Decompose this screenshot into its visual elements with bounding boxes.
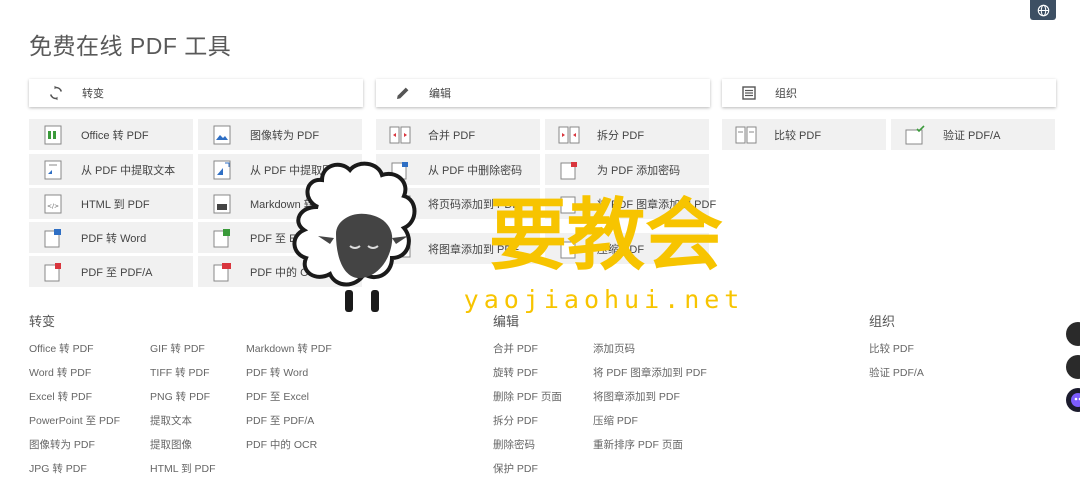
tool-remove-password[interactable]: 从 PDF 中删除密码 [376, 154, 540, 185]
footer-link[interactable]: PNG 转 PDF [150, 389, 210, 404]
svg-text:</>: </> [47, 203, 59, 210]
pdf-stamp-icon [560, 196, 576, 213]
tool-pdf-ocr[interactable]: PDF 中的 OCR [198, 256, 362, 287]
footer-link[interactable]: 重新排序 PDF 页面 [593, 437, 683, 452]
tool-html-to-pdf[interactable]: </> HTML 到 PDF [29, 188, 193, 219]
footer-edit-title: 编辑 [493, 314, 520, 329]
language-button[interactable] [1030, 0, 1056, 20]
footer-link[interactable]: JPG 转 PDF [29, 461, 87, 476]
assistant-button[interactable] [1066, 388, 1080, 412]
footer-link[interactable]: HTML 到 PDF [150, 461, 216, 476]
tool-extract-image[interactable]: 从 PDF 中提取图像 [198, 154, 362, 185]
merge-icon [389, 126, 411, 143]
globe-icon [1037, 4, 1049, 16]
list-icon [740, 84, 758, 102]
category-label: 组织 [775, 88, 797, 100]
footer-link[interactable]: 将 PDF 图章添加到 PDF [593, 365, 707, 380]
split-icon [558, 126, 580, 143]
category-organize-header[interactable]: 组织 [722, 79, 1056, 107]
html-doc-icon: </> [44, 194, 62, 213]
footer-link[interactable]: 拆分 PDF [493, 413, 538, 428]
footer-convert-title: 转变 [29, 314, 56, 329]
image-extract-icon [213, 160, 231, 179]
tool-compress-pdf[interactable]: 压缩 PDF [545, 233, 709, 264]
footer-organize-title: 组织 [869, 314, 896, 329]
tool-add-page-numbers[interactable]: 将页码添加到 PDF [376, 188, 540, 219]
category-label: 转变 [82, 88, 104, 100]
footer-link[interactable]: Office 转 PDF [29, 341, 94, 356]
footer-link[interactable]: 图像转为 PDF [29, 437, 95, 452]
lock-doc-icon [560, 161, 577, 179]
footer-link[interactable]: 删除 PDF 页面 [493, 389, 562, 404]
page-title: 免费在线 PDF 工具 [29, 33, 232, 59]
footer-link[interactable]: 添加页码 [593, 341, 635, 356]
footer-link[interactable]: GIF 转 PDF [150, 341, 205, 356]
watermark-url: yaojiaohui.net [464, 285, 745, 314]
compress-icon [560, 241, 576, 258]
assistant-icon [1071, 393, 1080, 407]
tool-pdf-to-pdfa[interactable]: PDF 至 PDF/A [29, 256, 193, 287]
footer-link[interactable]: Excel 转 PDF [29, 389, 92, 404]
tool-merge-pdf[interactable]: 合并 PDF [376, 119, 540, 150]
footer-link[interactable]: PDF 中的 OCR [246, 437, 317, 452]
footer-link[interactable]: 旋转 PDF [493, 365, 538, 380]
footer-link[interactable]: 保护 PDF [493, 461, 538, 476]
word-doc-icon [44, 228, 61, 247]
stamp-icon [389, 240, 411, 257]
compare-icon [735, 126, 757, 143]
tool-pdf-to-excel[interactable]: PDF 至 Excel [198, 222, 362, 253]
footer-link[interactable]: PDF 至 PDF/A [246, 413, 314, 428]
unlock-doc-icon [391, 161, 408, 179]
footer-link[interactable]: 提取图像 [150, 437, 192, 452]
pencil-icon [394, 84, 412, 102]
tool-add-password[interactable]: 为 PDF 添加密码 [545, 154, 709, 185]
side-action-button-2[interactable] [1066, 355, 1080, 379]
text-doc-icon [44, 160, 62, 179]
footer-link[interactable]: 合并 PDF [493, 341, 538, 356]
tool-add-pdf-stamp[interactable]: 将 PDF 图章添加到 PDF [545, 188, 716, 219]
footer-link[interactable]: 比较 PDF [869, 341, 914, 356]
page-number-icon [389, 195, 411, 212]
tool-add-stamp[interactable]: 将图章添加到 PDF [376, 233, 540, 264]
tool-markdown-to-pdf[interactable]: Markdown 转 PDF [198, 188, 362, 219]
tool-image-to-pdf[interactable]: 图像转为 PDF [198, 119, 362, 150]
office-doc-icon [44, 125, 62, 144]
footer-link[interactable]: 压缩 PDF [593, 413, 638, 428]
footer-link[interactable]: 删除密码 [493, 437, 535, 452]
ocr-doc-icon [213, 262, 231, 281]
verify-doc-icon [905, 124, 925, 144]
footer-link[interactable]: PowerPoint 至 PDF [29, 413, 120, 428]
category-edit-header[interactable]: 编辑 [376, 79, 710, 107]
footer-link[interactable]: Word 转 PDF [29, 365, 91, 380]
category-convert-header[interactable]: 转变 [29, 79, 363, 107]
footer-link[interactable]: PDF 至 Excel [246, 389, 309, 404]
footer-link[interactable]: Markdown 转 PDF [246, 341, 332, 356]
footer-link[interactable]: PDF 转 Word [246, 365, 308, 380]
tool-extract-text[interactable]: 从 PDF 中提取文本 [29, 154, 193, 185]
excel-doc-icon [213, 228, 230, 247]
refresh-icon [47, 84, 65, 102]
tool-verify-pdfa[interactable]: 验证 PDF/A [891, 119, 1055, 150]
tool-pdf-to-word[interactable]: PDF 转 Word [29, 222, 193, 253]
footer-link[interactable]: 将图章添加到 PDF [593, 389, 680, 404]
category-label: 编辑 [429, 88, 451, 100]
tool-compare-pdf[interactable]: 比较 PDF [722, 119, 886, 150]
footer-link[interactable]: TIFF 转 PDF [150, 365, 210, 380]
markdown-doc-icon [213, 194, 231, 213]
side-action-button-1[interactable] [1066, 322, 1080, 346]
tool-split-pdf[interactable]: 拆分 PDF [545, 119, 709, 150]
image-doc-icon [213, 125, 231, 144]
footer-link[interactable]: 验证 PDF/A [869, 365, 924, 380]
footer-link[interactable]: 提取文本 [150, 413, 192, 428]
pdfa-doc-icon [44, 262, 61, 281]
tool-office-to-pdf[interactable]: Office 转 PDF [29, 119, 193, 150]
